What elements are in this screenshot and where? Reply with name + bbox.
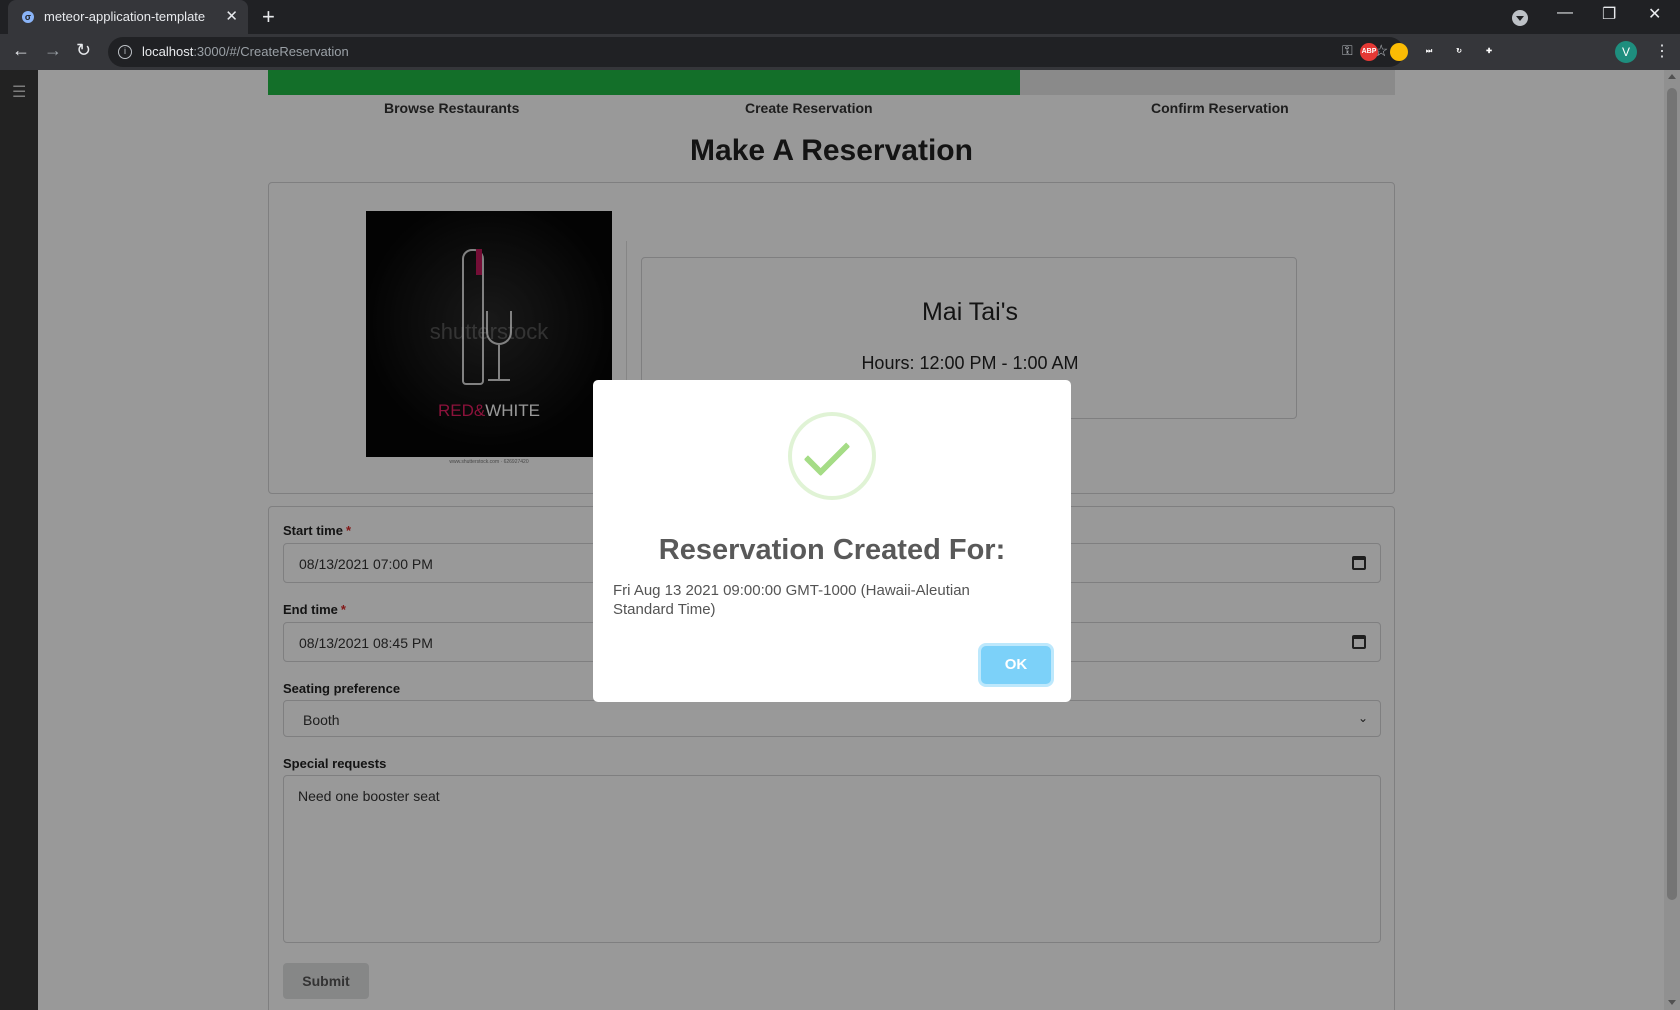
close-tab-icon[interactable]: ✕: [225, 7, 238, 25]
url-path: :3000/#/CreateReservation: [193, 44, 349, 59]
minimize-button[interactable]: —: [1557, 4, 1573, 22]
tab-strip: σ meteor-application-template ✕ + — ❐ ✕: [0, 0, 1680, 34]
tab-search-icon[interactable]: [1512, 10, 1528, 26]
browser-menu-icon[interactable]: ⋮: [1654, 41, 1670, 61]
forward-button[interactable]: →: [44, 40, 62, 61]
url-host: localhost: [142, 44, 194, 59]
media-extension-icon[interactable]: ⏭: [1420, 43, 1438, 61]
meteor-favicon-icon: σ: [22, 11, 34, 23]
reload-button[interactable]: ↻: [76, 40, 91, 61]
back-button[interactable]: ←: [12, 40, 30, 61]
chrome-extension-icon[interactable]: [1390, 43, 1408, 61]
adblock-extension-icon[interactable]: ABP: [1360, 43, 1378, 61]
close-window-button[interactable]: ✕: [1648, 4, 1661, 24]
ok-button[interactable]: OK: [981, 646, 1051, 684]
tab-title: meteor-application-template: [44, 9, 206, 24]
dialog-text: Fri Aug 13 2021 09:00:00 GMT-1000 (Hawai…: [613, 582, 970, 618]
dialog-title: Reservation Created For:: [658, 534, 1006, 566]
success-dialog: Reservation Created For: Fri Aug 13 2021…: [593, 380, 1071, 702]
puzzle-extension-icon[interactable]: ✚: [1480, 43, 1498, 61]
sync-extension-icon[interactable]: ↻: [1450, 43, 1468, 61]
profile-avatar[interactable]: V: [1615, 41, 1637, 63]
page-viewport: ☰ Browse Restaurants Create Reservation …: [0, 70, 1680, 1010]
browser-tab[interactable]: σ meteor-application-template ✕: [8, 0, 248, 34]
address-bar[interactable]: i localhost:3000/#/CreateReservation ⚿ ☆: [108, 37, 1404, 67]
url-text: localhost:3000/#/CreateReservation: [142, 44, 349, 59]
password-key-icon[interactable]: ⚿: [1342, 42, 1353, 59]
site-info-icon[interactable]: i: [118, 45, 132, 59]
new-tab-button[interactable]: +: [262, 4, 275, 30]
restore-button[interactable]: ❐: [1602, 4, 1616, 24]
